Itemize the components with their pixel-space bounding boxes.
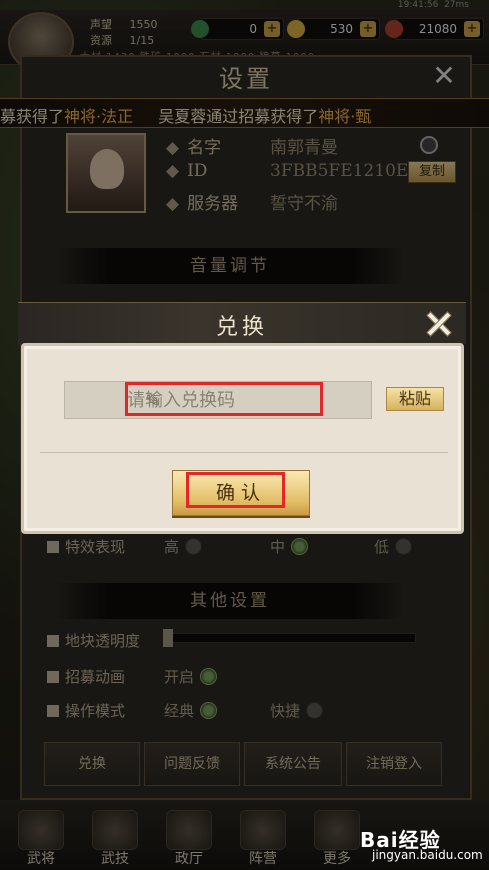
- brush-icon: ✎: [146, 391, 162, 412]
- confirm-button[interactable]: 确认: [172, 470, 310, 516]
- divider: [40, 452, 448, 453]
- watermark-url: jingyan.baidu.com: [372, 848, 483, 862]
- redeem-dialog-body: ✎ 粘贴 确认: [21, 343, 464, 534]
- redeem-dialog-title: 兑换: [215, 315, 268, 340]
- baidu-watermark: Bai经验 jingyan.baidu.com: [360, 824, 485, 864]
- close-icon[interactable]: [416, 305, 458, 341]
- redeem-dialog-header: 兑换: [18, 302, 466, 344]
- paste-button[interactable]: 粘贴: [386, 387, 444, 411]
- redeem-code-input[interactable]: [64, 381, 372, 419]
